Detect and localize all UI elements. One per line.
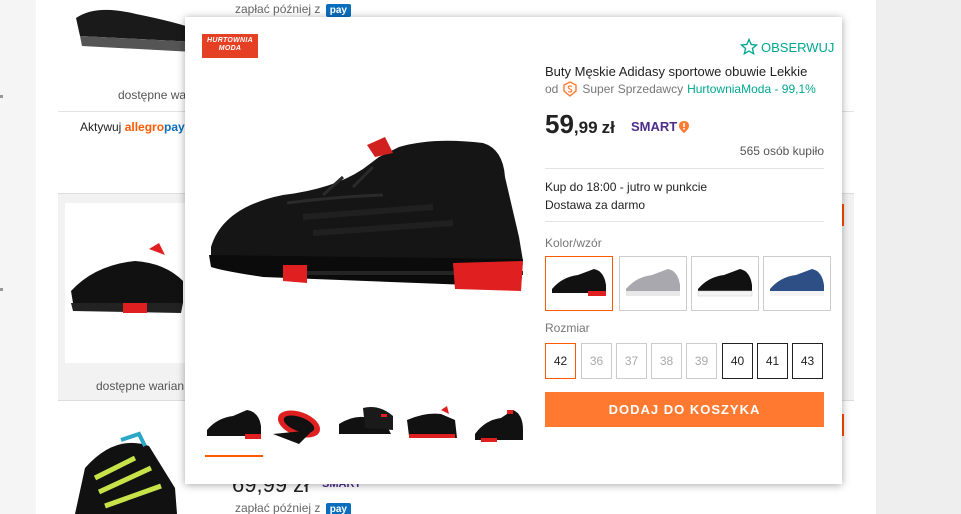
smart-pin-icon <box>679 120 690 133</box>
size-option[interactable]: 42 <box>545 343 576 379</box>
thumbnail[interactable] <box>269 400 331 450</box>
super-seller-label: Super Sprzedawcy <box>582 82 684 96</box>
bought-count: 565 osób kupiło <box>739 144 824 158</box>
shoe-image <box>71 243 183 313</box>
shoe-icon <box>407 406 457 438</box>
thumbnail[interactable] <box>401 400 463 450</box>
free-delivery: Dostawa za darmo <box>545 198 646 212</box>
product-quick-view: HURTOWNIA MODA OBSERWUJ Buty Męskie Adid… <box>185 17 842 484</box>
thumbnail[interactable] <box>335 400 397 450</box>
divider <box>545 221 824 222</box>
main-product-image <box>209 137 523 291</box>
shoe-icon <box>475 410 523 442</box>
follow-button[interactable]: OBSERWUJ <box>739 38 834 56</box>
variant-black-white[interactable] <box>691 256 759 311</box>
add-to-cart-button[interactable]: DODAJ DO KOSZYKA <box>545 392 824 427</box>
follow-label: OBSERWUJ <box>761 39 835 55</box>
smart-badge: SMART <box>631 119 690 134</box>
delivery-time: Kup do 18:00 - jutro w punkcie <box>545 180 708 194</box>
size-option[interactable]: 38 <box>651 343 682 379</box>
activate-allegro-pay-link[interactable]: Aktywuj allegropay <box>80 120 185 134</box>
seller-link[interactable]: HurtowniaModa - 99,1% <box>687 82 816 96</box>
bullet-dot <box>0 288 3 291</box>
price: 59 ,99 zł <box>545 109 615 140</box>
image-thumbnails <box>203 400 533 456</box>
variant-black-red[interactable] <box>545 256 613 311</box>
shoe-image <box>770 269 824 296</box>
shoe-icon <box>207 410 261 439</box>
product-title[interactable]: Buty Męskie Adidasy sportowe obuwie Lekk… <box>545 64 825 79</box>
listing-thumbnail[interactable] <box>65 203 189 363</box>
variant-grey[interactable] <box>619 256 687 311</box>
size-option[interactable]: 41 <box>757 343 788 379</box>
shoe-icon <box>273 410 321 444</box>
size-option[interactable]: 36 <box>581 343 612 379</box>
price-integer: 59 <box>545 109 574 139</box>
shoe-icon <box>339 407 393 434</box>
size-label: Rozmiar <box>545 321 590 335</box>
price-currency: zł <box>601 118 615 137</box>
pay-later-text: zapłać później z pay <box>235 501 351 514</box>
pay-badge: pay <box>325 4 351 17</box>
shoe-image <box>552 269 606 296</box>
listing-thumbnail[interactable] <box>65 428 189 514</box>
seller-logo: HURTOWNIA MODA <box>202 34 258 58</box>
shoe-image <box>697 269 753 297</box>
thumbnail-selected-indicator <box>205 455 263 457</box>
shoe-image <box>626 269 680 296</box>
star-icon <box>739 38 759 56</box>
bullet-dot <box>0 95 3 98</box>
thumbnail[interactable] <box>467 400 529 450</box>
size-option[interactable]: 43 <box>792 343 823 379</box>
variant-navy-blue[interactable] <box>763 256 831 311</box>
seller-info: od Super Sprzedawcy HurtowniaModa - 99,1… <box>545 81 816 97</box>
price-fraction: ,99 <box>573 118 598 137</box>
size-option[interactable]: 37 <box>616 343 647 379</box>
pay-later-text: zapłać później z pay <box>235 2 351 17</box>
pay-badge: pay <box>325 503 351 514</box>
variants-text: dostępne warian <box>96 379 185 393</box>
thumbnail[interactable] <box>203 400 265 450</box>
page-left-gutter <box>0 0 36 514</box>
color-label: Kolor/wzór <box>545 236 602 250</box>
size-option[interactable]: 40 <box>722 343 753 379</box>
super-seller-icon <box>563 81 578 97</box>
size-option[interactable]: 39 <box>686 343 717 379</box>
divider <box>545 168 824 169</box>
shoe-image <box>75 431 177 514</box>
